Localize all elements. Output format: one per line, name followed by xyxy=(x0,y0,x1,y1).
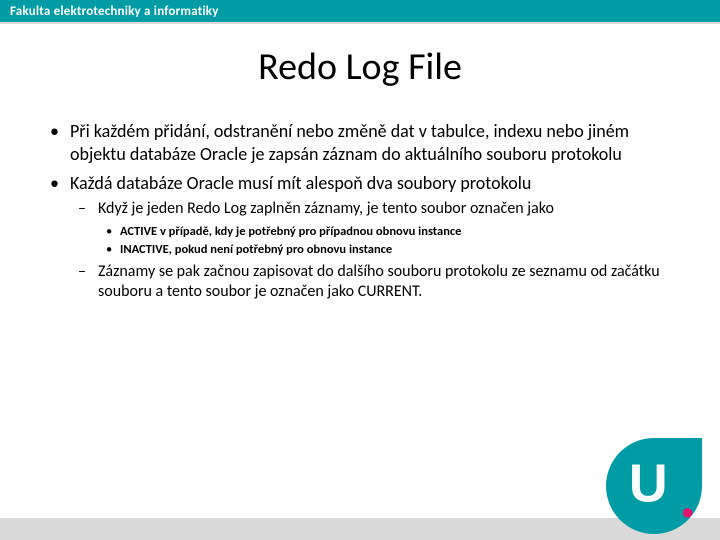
bullet-lvl2: Záznamy se pak začnou zapisovat do další… xyxy=(70,262,680,303)
header-faculty-label: Fakulta elektrotechniky a informatiky xyxy=(10,4,219,19)
bullet-text: Záznamy se pak začnou zapisovat do další… xyxy=(98,262,660,301)
bullet-lvl3: ACTIVE v případě, kdy je potřebný pro př… xyxy=(98,224,680,240)
slide-title: Redo Log File xyxy=(0,44,720,90)
header-bar: Fakulta elektrotechniky a informatiky xyxy=(0,0,720,22)
u-logo-icon: U xyxy=(606,438,702,534)
bullet-text: Při každém přidání, odstranění nebo změn… xyxy=(70,120,629,165)
bullet-text: ACTIVE v případě, kdy je potřebný pro př… xyxy=(120,224,461,239)
slide: Fakulta elektrotechniky a informatiky Re… xyxy=(0,0,720,540)
slide-content: Při každém přidání, odstranění nebo změn… xyxy=(40,120,680,309)
bullet-lvl1: Každá databáze Oracle musí mít alespoň d… xyxy=(40,172,680,302)
bullet-lvl2: Když je jeden Redo Log zaplněn záznamy, … xyxy=(70,199,680,257)
header-rule xyxy=(0,22,720,24)
university-logo: U xyxy=(606,438,702,534)
bullet-text: INACTIVE, pokud není potřebný pro obnovu… xyxy=(120,242,392,257)
bullet-text: Když je jeden Redo Log zaplněn záznamy, … xyxy=(98,199,554,218)
bullet-lvl1: Při každém přidání, odstranění nebo změn… xyxy=(40,120,680,166)
bullet-lvl3: INACTIVE, pokud není potřebný pro obnovu… xyxy=(98,242,680,258)
svg-text:U: U xyxy=(629,453,668,513)
bullet-text: Každá databáze Oracle musí mít alespoň d… xyxy=(70,172,531,194)
